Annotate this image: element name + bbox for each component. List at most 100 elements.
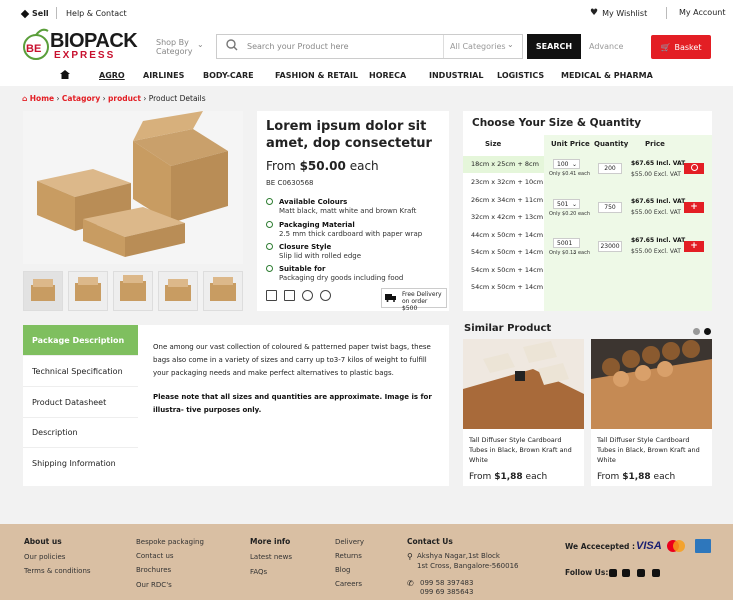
help-link[interactable]: Help & Contact <box>66 9 127 18</box>
unit-each-price: Only $0.20 each <box>549 211 591 217</box>
account-link[interactable]: My Account <box>679 8 725 17</box>
breadcrumb: ⌂ Home › Catagory › product › Product De… <box>22 94 206 103</box>
size-option[interactable]: 23cm x 32cm + 10cm <box>463 174 544 191</box>
chevron-down-icon: ⌄ <box>507 40 514 49</box>
footer-link[interactable]: Bespoke packaging <box>136 538 204 546</box>
check-icon <box>266 243 273 250</box>
home-icon[interactable] <box>60 70 70 81</box>
cart-icon: 🛒 <box>660 42 671 52</box>
check-icon <box>266 265 273 272</box>
footer-link[interactable]: FAQs <box>250 568 267 576</box>
size-option[interactable]: 32cm x 42cm + 13cm <box>463 209 544 226</box>
nav-item-airlines[interactable]: AIRLINES <box>143 71 184 80</box>
leaf-icon <box>320 290 331 301</box>
next-arrow-icon[interactable] <box>704 328 711 335</box>
breadcrumb-current: Product Details <box>148 94 206 103</box>
instagram-icon[interactable] <box>637 569 645 577</box>
phone-number[interactable]: 099 69 385643 <box>420 588 473 596</box>
breadcrumb-product[interactable]: product <box>108 94 141 103</box>
nav-item-body-care[interactable]: BODY-CARE <box>203 71 254 80</box>
column-header: Size <box>485 140 502 148</box>
add-button[interactable]: + <box>684 202 704 213</box>
phone-number[interactable]: 099 58 397483 <box>420 579 473 587</box>
price-excl-vat: $55.00 Excl. VAT <box>631 248 681 255</box>
product-image <box>23 111 243 264</box>
nav-item-horeca[interactable]: HORECA <box>369 71 406 80</box>
basket-button[interactable]: 🛒 Basket <box>651 35 711 59</box>
breadcrumb-category[interactable]: Catagory <box>62 94 100 103</box>
footer-link[interactable]: Returns <box>335 552 362 560</box>
column-header: Quantity <box>594 140 629 148</box>
advance-search-link[interactable]: Advance <box>589 42 623 51</box>
tab-technical-specification[interactable]: Technical Specification <box>23 356 138 387</box>
size-option[interactable]: 54cm x 50cm + 14cm <box>463 262 544 279</box>
nav-item-agro[interactable]: AGRO <box>99 71 125 80</box>
payments-label: We Accecepted : <box>565 542 636 551</box>
tab-package-description[interactable]: Package Description <box>23 325 138 356</box>
added-button[interactable] <box>684 163 704 174</box>
facebook-icon[interactable] <box>609 569 617 577</box>
search-icon <box>226 39 238 53</box>
category-select-value: All Categories <box>450 42 506 51</box>
product-attribute-icons <box>266 290 331 301</box>
product-card-price: From $1,88 each <box>469 472 548 482</box>
recycle-icon <box>302 290 313 301</box>
search-button[interactable]: SEARCH <box>527 34 581 59</box>
size-option[interactable]: 44cm x 50cm + 14cm <box>463 227 544 244</box>
unit-select[interactable]: 5001 ⌄ <box>553 238 580 256</box>
check-circle-icon <box>690 164 698 171</box>
sell-link[interactable]: Sell <box>20 9 49 18</box>
follow-label: Follow Us: <box>565 568 609 577</box>
product-card-price: From $1,88 each <box>597 472 676 482</box>
check-icon <box>266 198 273 205</box>
footer <box>0 524 733 600</box>
tab-shipping-information[interactable]: Shipping Information <box>23 448 138 479</box>
nav-item-medical-pharma[interactable]: MEDICAL & PHARMA <box>561 71 653 80</box>
nav-item-fashion-retail[interactable]: FASHION & RETAIL <box>275 71 358 80</box>
tab-description[interactable]: Description <box>23 417 138 448</box>
youtube-icon[interactable] <box>652 569 660 577</box>
size-option[interactable]: 54cm x 50cm + 14cm <box>463 279 544 296</box>
tab-product-datasheet[interactable]: Product Datasheet <box>23 387 138 418</box>
footer-link[interactable]: Delivery <box>335 538 364 546</box>
footer-link[interactable]: Latest news <box>250 553 292 561</box>
footer-link[interactable]: Careers <box>335 580 362 588</box>
logo-icon: BE <box>23 28 49 60</box>
size-option[interactable]: 18cm x 25cm + 8cm <box>463 156 544 173</box>
breadcrumb-home[interactable]: Home <box>30 94 54 103</box>
search-input[interactable]: Search your Product here <box>247 42 349 51</box>
twitter-icon[interactable] <box>622 569 630 577</box>
add-button[interactable]: + <box>684 241 704 252</box>
check-icon <box>266 221 273 228</box>
quantity-input[interactable]: 23000 <box>598 241 622 252</box>
price-excl-vat: $55.00 Excl. VAT <box>631 209 681 216</box>
chevron-down-icon[interactable]: ⌄ <box>197 40 204 49</box>
footer-link[interactable]: Contact us <box>136 552 174 560</box>
product-card-title: Tall Diffuser Style Cardboard Tubes in B… <box>597 436 700 464</box>
wishlist-link[interactable]: ♥ My Wishlist <box>590 8 647 18</box>
footer-heading: More info <box>250 537 291 546</box>
logo[interactable]: BE <box>22 27 50 65</box>
footer-link[interactable]: Our policies <box>24 553 65 561</box>
size-option[interactable]: 54cm x 50cm + 14cm <box>463 244 544 261</box>
prev-arrow-icon[interactable] <box>693 328 700 335</box>
footer-link[interactable]: Terms & conditions <box>24 567 91 575</box>
svg-text:BE: BE <box>26 43 41 55</box>
footer-link[interactable]: Blog <box>335 566 350 574</box>
quantity-input[interactable]: 200 <box>598 163 622 174</box>
address-line: Akshya Nagar,1st Block <box>417 552 500 560</box>
price-incl-vat: $67.65 Incl. VAT <box>631 237 686 244</box>
size-option[interactable]: 26cm x 34cm + 11cm <box>463 192 544 209</box>
footer-link[interactable]: Brochures <box>136 566 171 574</box>
description-text: One among our vast collection of coloure… <box>153 343 431 378</box>
shop-by-category[interactable]: Shop By Category <box>156 38 193 56</box>
footer-link[interactable]: Our RDC's <box>136 581 172 589</box>
nav-item-logistics[interactable]: LOGISTICS <box>497 71 544 80</box>
product-card-image <box>463 339 584 429</box>
product-card-title: Tall Diffuser Style Cardboard Tubes in B… <box>469 436 572 464</box>
quantity-input[interactable]: 750 <box>598 202 622 213</box>
nav-item-industrial[interactable]: INDUSTRIAL <box>429 71 483 80</box>
unit-each-price: Only $0.41 each <box>549 171 591 177</box>
unit-select[interactable]: 501 ⌄ <box>553 199 580 209</box>
unit-select[interactable]: 100 ⌄ <box>553 159 580 169</box>
